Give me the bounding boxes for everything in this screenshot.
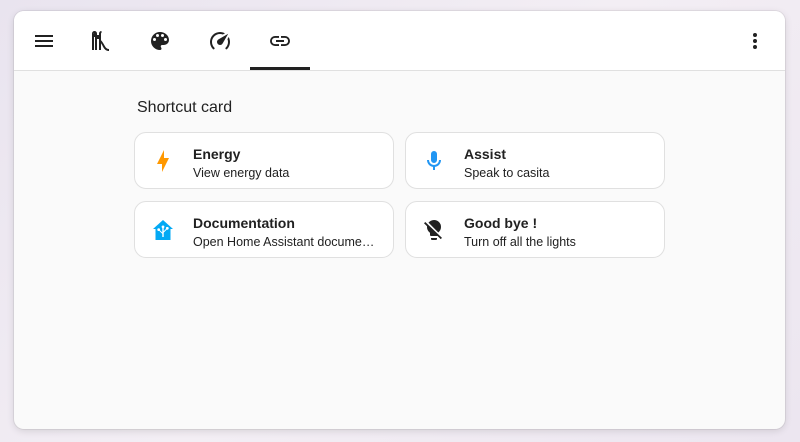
- card-title: Documentation: [193, 215, 295, 231]
- menu-button[interactable]: [20, 11, 68, 70]
- shortcut-card-assist[interactable]: Assist Speak to casita: [405, 132, 665, 189]
- top-toolbar: [14, 11, 785, 71]
- app-window: Shortcut card Energy View energy data As…: [14, 11, 785, 429]
- active-tab-indicator: [250, 67, 310, 70]
- shortcut-card-documentation[interactable]: Documentation Open Home Assistant docume…: [134, 201, 394, 258]
- shortcut-card-energy[interactable]: Energy View energy data: [134, 132, 394, 189]
- slide-icon: [92, 30, 109, 51]
- card-subtitle: Speak to casita: [464, 166, 550, 180]
- overflow-menu-button[interactable]: [731, 11, 779, 70]
- tab-gauge[interactable]: [196, 11, 244, 70]
- lightbulb-off-icon: [422, 218, 446, 242]
- section-title: Shortcut card: [137, 99, 233, 116]
- flash-icon: [151, 149, 175, 173]
- card-title: Energy: [193, 146, 241, 162]
- card-title: Good bye !: [464, 215, 538, 231]
- tab-link[interactable]: [256, 11, 304, 70]
- palette-icon: [151, 31, 169, 50]
- card-subtitle: View energy data: [193, 166, 290, 180]
- menu-icon: [35, 34, 53, 47]
- card-subtitle: Turn off all the lights: [464, 235, 576, 249]
- card-subtitle: Open Home Assistant documentation: [193, 235, 381, 249]
- card-title: Assist: [464, 146, 507, 162]
- gauge-icon: [210, 31, 230, 49]
- tab-palette[interactable]: [136, 11, 184, 70]
- link-icon: [270, 35, 290, 46]
- tab-slide[interactable]: [76, 11, 124, 70]
- home-assistant-icon: [151, 218, 175, 242]
- microphone-icon: [422, 149, 446, 173]
- shortcut-card-good-bye[interactable]: Good bye ! Turn off all the lights: [405, 201, 665, 258]
- more-vert-icon: [753, 32, 757, 49]
